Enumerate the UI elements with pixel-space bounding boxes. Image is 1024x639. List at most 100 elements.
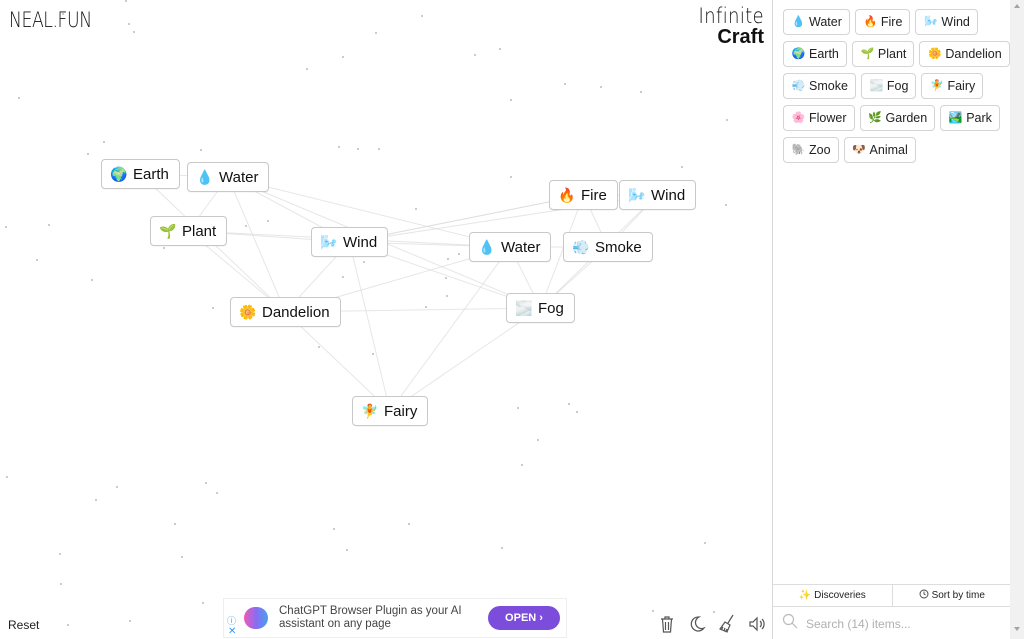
background-dot xyxy=(59,553,61,555)
node-label: Plant xyxy=(182,222,217,240)
ad-close-icon[interactable]: ✕ xyxy=(228,627,236,637)
background-dot xyxy=(408,523,410,525)
crafting-canvas[interactable]: NEAL.FUN Infinite Craft 🌍 Earth 💧 Water … xyxy=(0,0,772,639)
ad-banner[interactable]: ⓘ ✕ ChatGPT Browser Plugin as your AI as… xyxy=(223,598,567,638)
fairy-icon: 🧚 xyxy=(930,79,944,92)
blossom-icon: 🌸 xyxy=(791,111,806,124)
node-label: Wind xyxy=(651,186,686,204)
canvas-node-fog[interactable]: 🌫️ Fog xyxy=(506,293,575,323)
sidebar-tabs: ✨ Discoveries Sort by time xyxy=(773,584,1011,607)
canvas-node-dandelion[interactable]: 🌼 Dandelion xyxy=(230,297,341,327)
sidebar-item-smoke[interactable]: 💨 Smoke xyxy=(783,73,856,99)
sidebar-item-fire[interactable]: 🔥 Fire xyxy=(854,9,911,35)
node-label: Fairy xyxy=(384,402,418,420)
sidebar-item-label: Flower xyxy=(809,111,847,125)
canvas-node-water-2[interactable]: 💧 Water xyxy=(469,232,552,262)
reset-button[interactable]: Reset xyxy=(8,618,39,632)
fire-icon: 🔥 xyxy=(863,15,878,28)
sidebar-item-label: Smoke xyxy=(809,79,848,93)
item-list: 💧 Water 🔥 Fire 🌬️ Wind 🌍 Earth 🌱 Plant 🌼 Dandelion 💨… xyxy=(783,9,1011,163)
background-dot xyxy=(103,141,105,143)
canvas-node-smoke[interactable]: 💨 Smoke xyxy=(563,232,653,262)
background-dot xyxy=(333,528,335,530)
clean-broom-icon[interactable] xyxy=(718,614,736,634)
brand-line-1: Infinite xyxy=(698,4,764,28)
sidebar-item-garden[interactable]: 🌿 Garden xyxy=(859,105,936,131)
ad-info-icon[interactable]: ⓘ xyxy=(227,617,236,626)
flower-icon: 🌼 xyxy=(928,47,942,60)
background-dot xyxy=(48,224,50,226)
background-dot xyxy=(458,253,460,255)
search-bar xyxy=(773,608,1011,639)
background-dot xyxy=(421,15,423,17)
canvas-node-wind[interactable]: 🌬️ Wind xyxy=(311,227,389,257)
background-dot xyxy=(36,259,38,261)
node-label: Fog xyxy=(538,299,564,317)
node-label: Fire xyxy=(581,186,607,204)
search-input[interactable] xyxy=(806,616,1006,631)
sound-icon[interactable] xyxy=(748,614,766,634)
dark-mode-icon[interactable] xyxy=(688,614,706,634)
node-label: Water xyxy=(501,238,541,256)
smoke-icon: 💨 xyxy=(572,239,590,255)
background-dot xyxy=(564,83,566,85)
sidebar-item-earth[interactable]: 🌍 Earth xyxy=(783,41,847,67)
background-dot xyxy=(202,602,204,604)
node-label: Earth xyxy=(133,165,169,183)
water-drop-icon: 💧 xyxy=(478,239,496,255)
sidebar-item-dandelion[interactable]: 🌼 Dandelion xyxy=(919,41,1010,67)
sparkle-icon: ✨ xyxy=(798,590,812,601)
sidebar-item-label: Fairy xyxy=(947,79,976,93)
background-dot xyxy=(129,620,131,622)
infinite-craft-brand: Infinite Craft xyxy=(687,6,764,49)
sort-by-time-button[interactable]: Sort by time xyxy=(891,585,1012,606)
scroll-down-arrow-icon[interactable] xyxy=(1014,627,1020,631)
sidebar-item-label: Zoo xyxy=(809,143,831,157)
sidebar-item-plant[interactable]: 🌱 Plant xyxy=(851,41,915,67)
node-label: Dandelion xyxy=(262,303,330,321)
canvas-node-fire[interactable]: 🔥 Fire xyxy=(549,180,618,210)
background-dot xyxy=(726,119,728,121)
background-dot xyxy=(501,547,503,549)
background-dot xyxy=(447,258,449,260)
sidebar-item-zoo[interactable]: 🐘 Zoo xyxy=(783,137,839,163)
ad-text: ChatGPT Browser Plugin as your AI assist… xyxy=(279,605,462,630)
sidebar-item-label: Wind xyxy=(941,15,970,29)
canvas-node-fairy[interactable]: 🧚 Fairy xyxy=(352,396,429,426)
clock-icon xyxy=(919,589,929,602)
background-dot xyxy=(67,624,69,626)
sidebar-item-flower[interactable]: 🌸 Flower xyxy=(783,105,855,131)
sidebar-item-label: Garden xyxy=(885,111,928,125)
neal-fun-logo[interactable]: NEAL.FUN xyxy=(9,8,92,32)
sidebar-item-fog[interactable]: 🌫️ Fog xyxy=(860,73,917,99)
wind-icon: 🌬️ xyxy=(628,187,646,203)
canvas-node-plant[interactable]: 🌱 Plant xyxy=(150,216,228,246)
sidebar-item-label: Dandelion xyxy=(945,47,1002,61)
sidebar-item-fairy[interactable]: 🧚 Fairy xyxy=(921,73,984,99)
sidebar-scrollbar[interactable] xyxy=(1010,0,1024,639)
background-dot xyxy=(681,166,683,168)
sidebar-item-water[interactable]: 💧 Water xyxy=(783,9,850,35)
background-dot xyxy=(342,276,344,278)
background-dot xyxy=(128,23,130,25)
ad-open-button[interactable]: OPEN › xyxy=(488,606,560,630)
background-dot xyxy=(245,225,247,227)
background-dot xyxy=(415,208,417,210)
globe-icon: 🌍 xyxy=(791,47,806,60)
elephant-icon: 🐘 xyxy=(791,143,806,156)
sidebar-item-wind[interactable]: 🌬️ Wind xyxy=(915,9,978,35)
background-dot xyxy=(318,346,320,348)
sidebar-item-animal[interactable]: 🐶 Animal xyxy=(843,137,916,163)
background-dot xyxy=(537,439,539,441)
sidebar-item-park[interactable]: 🏞️ Park xyxy=(940,105,1000,131)
canvas-node-wind-2[interactable]: 🌬️ Wind xyxy=(619,180,697,210)
sidebar-item-label: Animal xyxy=(869,143,908,157)
trash-icon[interactable] xyxy=(658,614,676,634)
scroll-up-arrow-icon[interactable] xyxy=(1014,4,1020,8)
sort-label: Sort by time xyxy=(931,590,985,601)
smoke-icon: 💨 xyxy=(791,79,806,92)
discoveries-button[interactable]: ✨ Discoveries xyxy=(773,585,892,606)
canvas-node-water[interactable]: 💧 Water xyxy=(187,162,270,192)
flower-icon: 🌼 xyxy=(239,304,257,320)
canvas-node-earth[interactable]: 🌍 Earth xyxy=(101,159,180,189)
